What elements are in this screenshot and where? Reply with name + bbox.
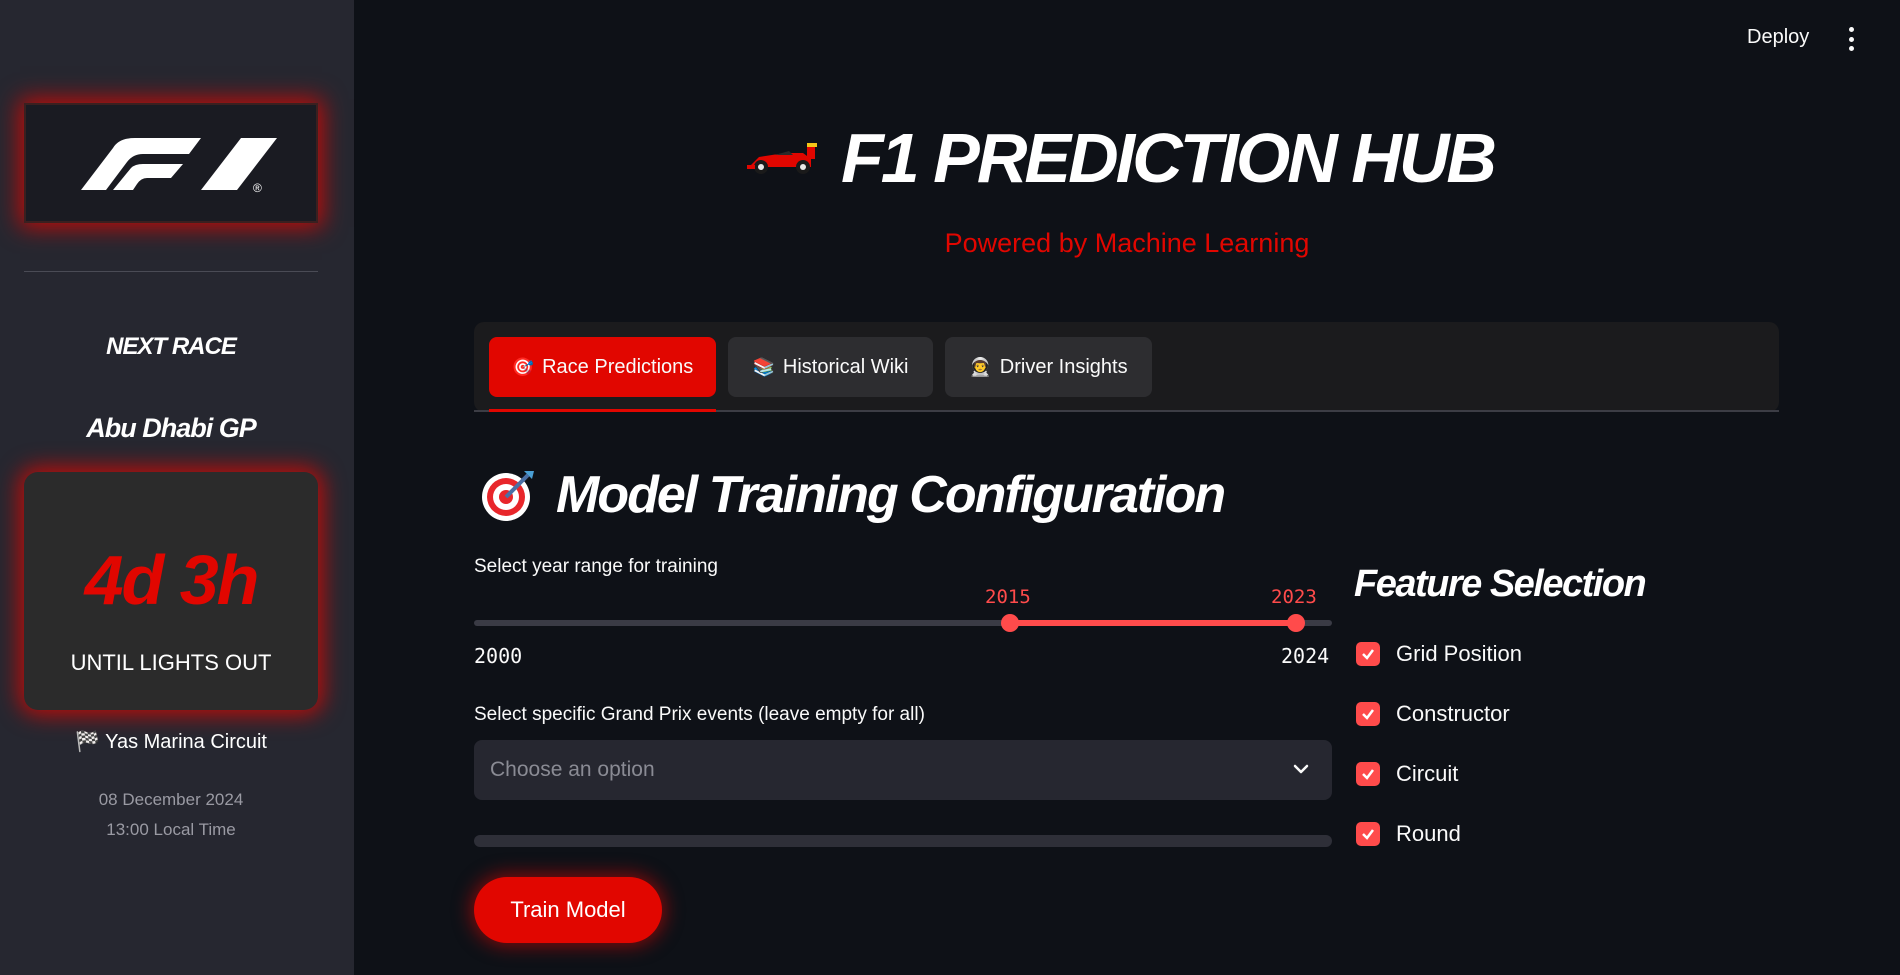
tab-race-predictions[interactable]: 🎯 Race Predictions xyxy=(489,337,716,397)
countdown-card: 4d 3h UNTIL LIGHTS OUT xyxy=(24,472,318,710)
checkered-flag-icon: 🏁 xyxy=(74,731,100,753)
tab-active-indicator xyxy=(489,409,716,412)
race-name: Abu Dhabi GP xyxy=(86,413,257,443)
race-car-icon xyxy=(747,143,817,174)
feature-label: Constructor xyxy=(1396,701,1510,726)
books-icon: 📚 xyxy=(752,356,775,377)
race-time: 13:00 Local Time xyxy=(106,820,236,839)
astronaut-icon: 👨‍🚀 xyxy=(969,356,992,377)
progress-bar xyxy=(474,835,1332,847)
target-icon: 🎯 xyxy=(511,356,535,377)
year-range-label: Select year range for training xyxy=(474,556,718,577)
section-title: Model Training Configuration xyxy=(480,462,1226,528)
sidebar-divider xyxy=(24,271,318,272)
feature-checkbox-grid-position[interactable]: Grid Position xyxy=(1356,641,1522,667)
race-date: 08 December 2024 xyxy=(98,790,244,809)
countdown-caption: UNTIL LIGHTS OUT xyxy=(70,650,272,675)
slider-end-value: 2023 xyxy=(1271,586,1317,608)
next-race-label: NEXT RACE xyxy=(106,333,237,360)
feature-checkbox-circuit[interactable]: Circuit xyxy=(1356,761,1458,787)
feature-label: Circuit xyxy=(1396,761,1459,786)
chevron-down-icon xyxy=(1293,764,1309,774)
circuit-line: 🏁 Yas Marina Circuit xyxy=(0,729,342,754)
section-title-text: Model Training Configuration xyxy=(556,466,1226,524)
circuit-name: Yas Marina Circuit xyxy=(105,731,267,753)
tab-driver-insights[interactable]: 👨‍🚀 Driver Insights xyxy=(945,337,1152,397)
slider-start-value: 2015 xyxy=(985,586,1031,608)
checkbox-checked-icon[interactable] xyxy=(1356,642,1380,666)
tab-label: Historical Wiki xyxy=(782,355,909,378)
deploy-button[interactable]: Deploy xyxy=(1747,26,1809,49)
page-title-text: F1 PREDICTION HUB xyxy=(841,119,1497,197)
slider-min-value: 2000 xyxy=(474,644,523,668)
f1-logo-icon: ® xyxy=(81,138,277,195)
main-menu-icon[interactable] xyxy=(1841,27,1861,51)
feature-checkbox-constructor[interactable]: Constructor xyxy=(1356,701,1510,727)
checkbox-checked-icon[interactable] xyxy=(1356,702,1380,726)
countdown-value: 4d 3h xyxy=(84,541,260,619)
f1-logo: ® xyxy=(24,103,318,223)
slider-max-value: 2024 xyxy=(1281,644,1330,668)
tab-label: Driver Insights xyxy=(999,355,1128,378)
gp-select-label: Select specific Grand Prix events (leave… xyxy=(474,704,925,725)
sidebar: ® NEXT RACE Abu Dhabi GP 4d 3h UNTIL LIG… xyxy=(0,0,354,975)
checkbox-checked-icon[interactable] xyxy=(1356,822,1380,846)
page-title: F1 PREDICTION HUB xyxy=(745,118,1497,198)
train-model-button[interactable]: Train Model xyxy=(474,877,662,943)
gp-multiselect[interactable]: Choose an option xyxy=(474,740,1332,800)
feature-selection-title: Feature Selection xyxy=(1354,563,1647,605)
checkbox-checked-icon[interactable] xyxy=(1356,762,1380,786)
feature-checkbox-round[interactable]: Round xyxy=(1356,821,1461,847)
svg-text:®: ® xyxy=(253,181,262,195)
slider-start-handle[interactable] xyxy=(1001,614,1019,632)
tab-historical-wiki[interactable]: 📚 Historical Wiki xyxy=(728,337,933,397)
target-icon xyxy=(482,471,534,521)
slider-end-handle[interactable] xyxy=(1287,614,1305,632)
feature-label: Grid Position xyxy=(1396,641,1522,666)
gp-select-placeholder: Choose an option xyxy=(490,758,655,781)
tab-label: Race Predictions xyxy=(542,355,694,378)
slider-selected-range xyxy=(1010,620,1296,626)
feature-label: Round xyxy=(1396,821,1461,846)
page-subtitle: Powered by Machine Learning xyxy=(944,228,1310,258)
